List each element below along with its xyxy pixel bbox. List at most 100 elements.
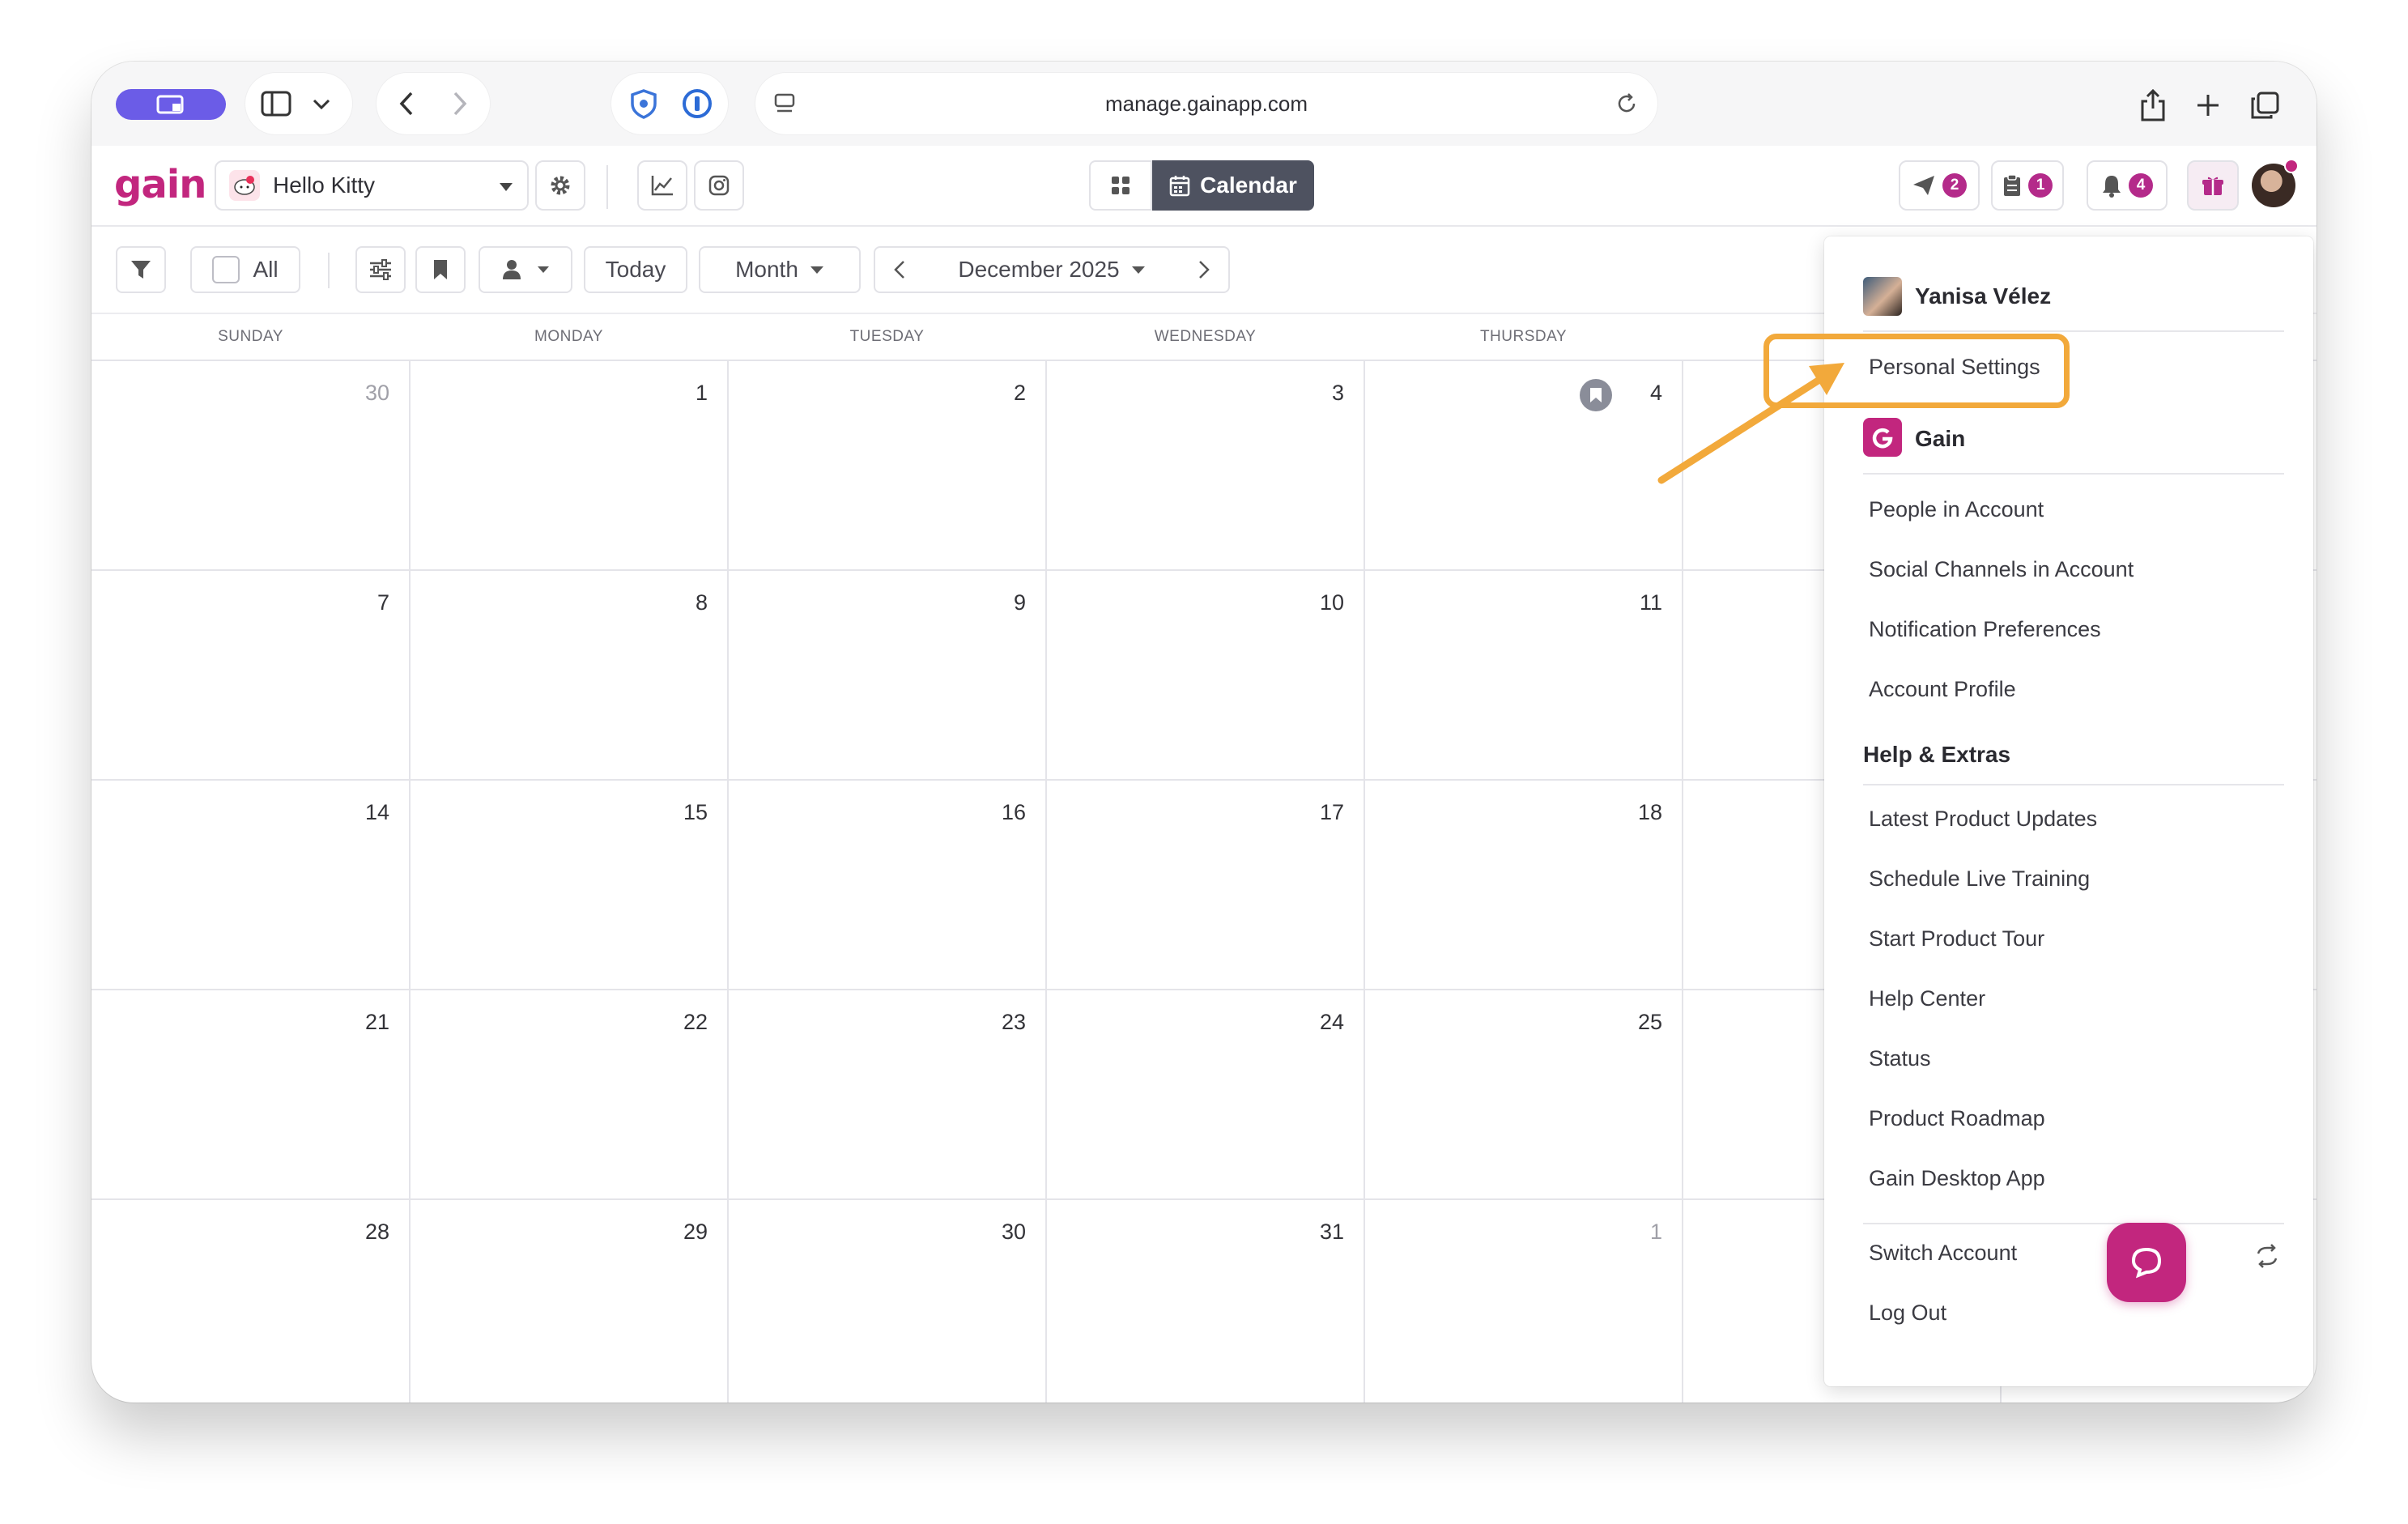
day-cell-number[interactable]: 28 — [325, 1220, 389, 1245]
instagram-button[interactable] — [694, 160, 744, 211]
caret-down-icon — [810, 266, 823, 274]
day-cell-number[interactable]: 24 — [1279, 1010, 1344, 1035]
menu-divider — [1863, 330, 2284, 332]
account-dropdown-menu: Yanisa Vélez Personal Settings Gain Peop… — [1824, 236, 2313, 1386]
log-out-link[interactable]: Log Out — [1869, 1301, 1946, 1326]
grid-line — [727, 360, 729, 1403]
day-cell-number[interactable]: 9 — [961, 590, 1026, 615]
client-avatar — [229, 170, 260, 201]
select-all-button[interactable]: All — [190, 246, 300, 293]
account-profile-link[interactable]: Account Profile — [1869, 677, 2016, 702]
previous-month-button[interactable] — [875, 248, 924, 292]
day-cell-number[interactable]: 29 — [643, 1220, 708, 1245]
grid-line — [1045, 360, 1047, 1403]
select-all-checkbox[interactable] — [212, 256, 240, 283]
history-nav-pill — [377, 73, 490, 134]
new-tab-icon[interactable] — [2185, 83, 2231, 128]
today-button[interactable]: Today — [584, 246, 687, 293]
password-extension-icon[interactable] — [678, 86, 717, 121]
calendar-view-button[interactable]: Calendar — [1152, 160, 1314, 211]
day-cell-number[interactable]: 18 — [1598, 800, 1662, 825]
chevron-right-icon — [1199, 261, 1210, 279]
sliders-icon — [370, 259, 391, 280]
day-cell-number[interactable]: 10 — [1279, 590, 1344, 615]
caret-down-icon — [1131, 266, 1145, 274]
grid-icon — [1112, 177, 1130, 194]
day-cell-number[interactable]: 8 — [643, 590, 708, 615]
day-cell-number[interactable]: 16 — [961, 800, 1026, 825]
chevron-down-icon[interactable] — [307, 91, 336, 118]
bookmark-filter-button[interactable] — [415, 246, 466, 293]
support-chat-button[interactable] — [2107, 1223, 2186, 1302]
day-cell-number[interactable]: 17 — [1279, 800, 1344, 825]
latest-updates-link[interactable]: Latest Product Updates — [1869, 807, 2097, 832]
forward-arrow-icon[interactable] — [441, 87, 479, 120]
view-options-button[interactable] — [355, 246, 406, 293]
sends-button[interactable]: 2 — [1899, 160, 1980, 211]
next-month-button[interactable] — [1180, 248, 1228, 292]
reload-icon[interactable] — [1610, 87, 1643, 120]
people-in-account-link[interactable]: People in Account — [1869, 497, 2044, 522]
schedule-training-link[interactable]: Schedule Live Training — [1869, 866, 2090, 892]
grid-line — [409, 360, 411, 1403]
day-cell-number[interactable]: 3 — [1279, 381, 1344, 406]
weekday-header: MONDAY — [534, 328, 603, 345]
menu-divider — [1863, 473, 2284, 475]
gear-icon — [551, 176, 570, 195]
today-label: Today — [605, 257, 666, 282]
analytics-button[interactable] — [637, 160, 687, 211]
gain-logo[interactable]: gain — [114, 162, 206, 207]
sidebar-toggle-button[interactable] — [116, 89, 226, 120]
browser-window: manage.gainapp.com gain Hello Kitty Cale… — [91, 62, 2317, 1403]
day-cell-number[interactable]: 15 — [643, 800, 708, 825]
weekday-header: SUNDAY — [218, 328, 283, 345]
social-channels-link[interactable]: Social Channels in Account — [1869, 557, 2134, 582]
address-bar[interactable]: manage.gainapp.com — [755, 73, 1657, 134]
day-cell-number[interactable]: 30 — [961, 1220, 1026, 1245]
day-cell-number[interactable]: 30 — [325, 381, 389, 406]
app-header: gain Hello Kitty Calendar 2 1 4 — [91, 146, 2317, 227]
grid-view-button[interactable] — [1089, 160, 1152, 211]
day-cell-number[interactable]: 21 — [325, 1010, 389, 1035]
shield-extension-icon[interactable] — [624, 86, 663, 121]
product-roadmap-link[interactable]: Product Roadmap — [1869, 1106, 2045, 1131]
extensions-pill — [611, 73, 728, 134]
day-cell-number[interactable]: 23 — [961, 1010, 1026, 1035]
day-cell-number[interactable]: 25 — [1598, 1010, 1662, 1035]
switch-account-link[interactable]: Switch Account — [1869, 1241, 2017, 1266]
current-month-label[interactable]: December 2025 — [958, 257, 1119, 283]
gift-icon — [2202, 177, 2223, 195]
day-cell-number[interactable]: 22 — [643, 1010, 708, 1035]
notifications-button[interactable]: 4 — [2087, 160, 2168, 211]
notification-preferences-link[interactable]: Notification Preferences — [1869, 617, 2101, 642]
view-select[interactable]: Month — [699, 246, 861, 293]
people-filter-button[interactable] — [479, 246, 572, 293]
tab-overview-icon[interactable] — [2242, 83, 2287, 128]
day-cell-number[interactable]: 7 — [325, 590, 389, 615]
desktop-app-link[interactable]: Gain Desktop App — [1869, 1166, 2045, 1191]
day-cell-number[interactable]: 11 — [1598, 590, 1662, 615]
tasks-button[interactable]: 1 — [1991, 160, 2064, 211]
day-cell-number[interactable]: 14 — [325, 800, 389, 825]
weekday-header: TUESDAY — [849, 328, 925, 345]
sidebar-menu-pill — [245, 73, 352, 134]
gift-button[interactable] — [2187, 160, 2239, 211]
bookmark-icon — [434, 260, 447, 279]
client-selector[interactable]: Hello Kitty — [215, 160, 529, 211]
select-all-label: All — [253, 257, 279, 282]
help-center-link[interactable]: Help Center — [1869, 986, 1985, 1011]
day-cell-number[interactable]: 31 — [1279, 1220, 1344, 1245]
status-link[interactable]: Status — [1869, 1046, 1931, 1071]
share-icon[interactable] — [2130, 83, 2176, 128]
filter-button[interactable] — [116, 246, 166, 293]
product-tour-link[interactable]: Start Product Tour — [1869, 926, 2044, 951]
user-menu-avatar — [1863, 277, 1902, 316]
day-cell-number[interactable]: 2 — [961, 381, 1026, 406]
back-arrow-icon[interactable] — [388, 87, 425, 120]
sidebar-icon[interactable] — [258, 87, 294, 120]
day-cell-number[interactable]: 1 — [643, 381, 708, 406]
account-name: Gain — [1915, 426, 1966, 451]
day-cell-number[interactable]: 1 — [1598, 1220, 1662, 1245]
view-select-value: Month — [735, 257, 798, 282]
client-settings-button[interactable] — [535, 160, 585, 211]
